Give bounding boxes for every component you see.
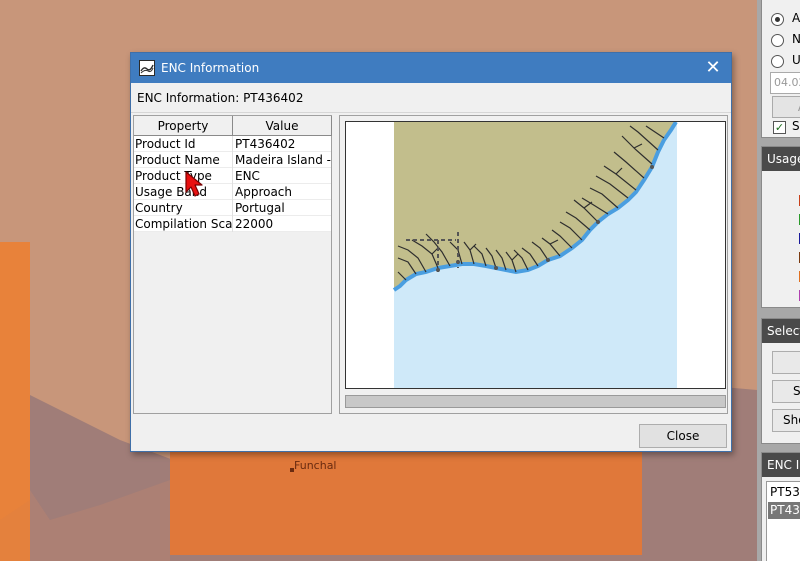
enc-list-item[interactable]: PT538 [768, 484, 800, 501]
radio-all[interactable] [771, 13, 784, 26]
value-cell: ENC [235, 169, 260, 183]
selection-button-3[interactable]: Show [772, 409, 800, 432]
chart-preview-panel [339, 115, 728, 414]
value-cell: Portugal [235, 201, 285, 215]
show-checkbox-label: Sh [792, 119, 800, 133]
dialog-title: ENC Information [161, 61, 260, 75]
property-table: Property Value Product Id PT436402 Produ… [133, 115, 332, 414]
enc-information-dialog: ENC Information ✕ ENC Information: PT436… [130, 52, 732, 452]
mouse-cursor-icon [185, 171, 203, 197]
progress-bar [345, 395, 726, 408]
usage-band-group: Usage [761, 146, 800, 308]
column-header-value[interactable]: Value [233, 116, 332, 136]
selection-button-1[interactable] [772, 351, 800, 374]
value-cell: PT436402 [235, 137, 296, 151]
selection-button-2[interactable]: Sh [772, 380, 800, 403]
filter-group: Al Ne Up 04.02. A ✓ Sh [761, 0, 800, 138]
enc-info-group: ENC In PT538 PT436 [761, 452, 800, 561]
column-header-property[interactable]: Property [134, 116, 233, 136]
date-field[interactable]: 04.02. [770, 72, 800, 94]
enc-chart-icon [139, 60, 155, 76]
enc-chart-thumbnail [346, 122, 725, 388]
column-separator [232, 136, 233, 232]
dialog-heading: ENC Information: PT436402 [137, 91, 304, 105]
radio-new-label: Ne [792, 32, 800, 46]
chart-preview [345, 121, 726, 389]
show-checkbox[interactable]: ✓ [773, 121, 786, 134]
usage-band-header: Usage [762, 147, 800, 171]
value-cell: Madeira Island -... [235, 153, 331, 167]
property-cell: Country [135, 201, 183, 215]
selection-group: Selecti Sh Show [761, 318, 800, 444]
apply-button[interactable]: A [772, 96, 800, 118]
radio-updated[interactable] [771, 55, 784, 68]
radio-updated-label: Up [792, 53, 800, 67]
dialog-titlebar[interactable]: ENC Information ✕ [131, 53, 731, 83]
property-cell: Usage Band [135, 185, 208, 199]
property-cell: Compilation Scale [135, 217, 232, 231]
property-cell: Product Type [135, 169, 212, 183]
close-button[interactable]: Close [639, 424, 727, 448]
enc-list-item-selected[interactable]: PT436 [768, 502, 800, 519]
enc-info-header: ENC In [762, 453, 800, 477]
place-label-funchal: Funchal [294, 459, 337, 472]
value-cell: Approach [235, 185, 293, 199]
close-icon[interactable]: ✕ [703, 58, 723, 78]
property-cell: Product Id [135, 137, 196, 151]
value-cell: 22000 [235, 217, 274, 231]
selection-header: Selecti [762, 319, 800, 343]
divider [131, 112, 731, 113]
right-side-panel: Al Ne Up 04.02. A ✓ Sh Usage Selecti Sh … [757, 0, 800, 561]
radio-all-label: Al [792, 11, 800, 25]
property-cell: Product Name [135, 153, 220, 167]
radio-new[interactable] [771, 34, 784, 47]
